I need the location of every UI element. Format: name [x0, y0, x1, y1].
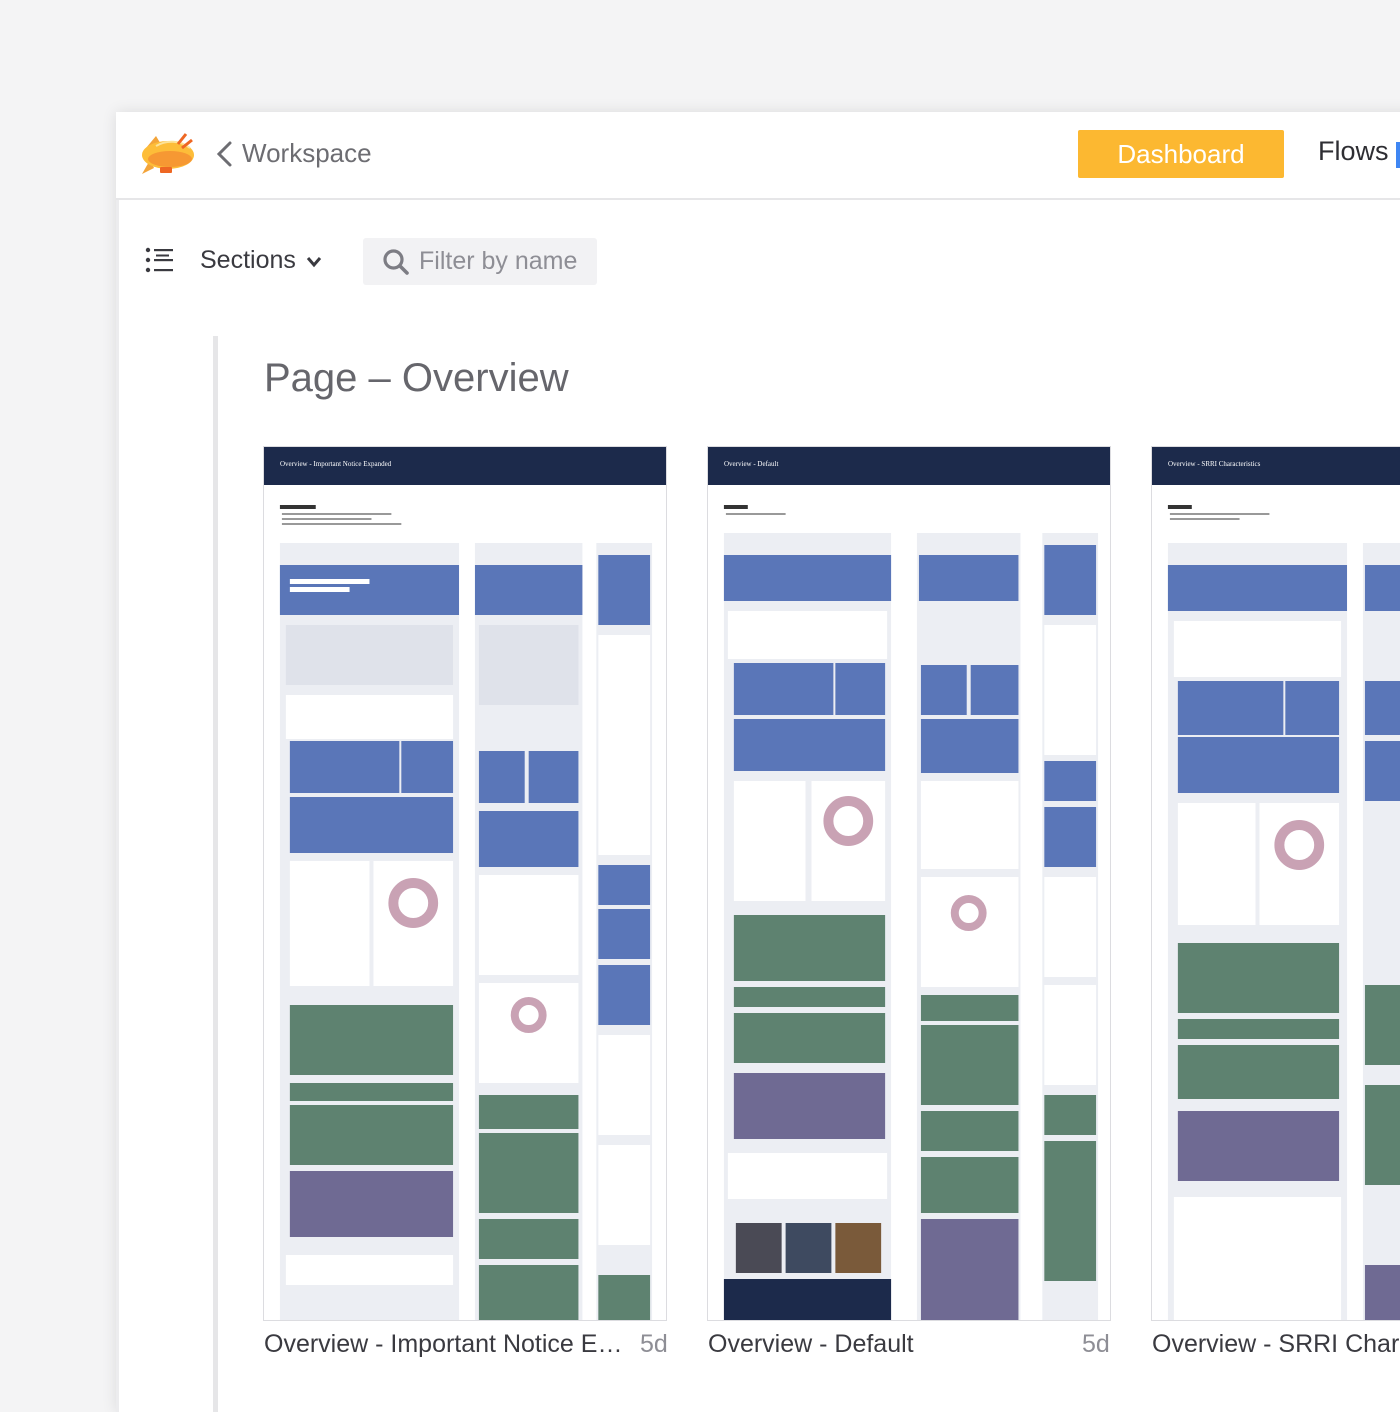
screen-header: Overview - SRRI Characteristics — [1152, 447, 1400, 485]
screen-age: 5d — [1082, 1330, 1110, 1358]
top-navigation-bar: Workspace Dashboard Flows — [116, 112, 1400, 200]
section-divider — [213, 336, 218, 1412]
filter-placeholder: Filter by name — [419, 247, 578, 275]
filter-by-name-input[interactable]: Filter by name — [363, 238, 597, 285]
screen-thumbnail — [1152, 485, 1400, 1320]
screen-name[interactable]: Overview - Default — [708, 1330, 1048, 1359]
chevron-down-icon[interactable] — [306, 256, 322, 268]
sections-dropdown[interactable]: Sections — [200, 246, 296, 275]
screen-header: Overview - Important Notice Expanded — [264, 447, 666, 485]
screen-card[interactable]: Overview - SRRI Characteristics — [1151, 446, 1400, 1321]
screen-card[interactable]: Overview - Important Notice Expanded — [263, 446, 667, 1321]
screen-header-title: Overview - Important Notice Expanded — [280, 460, 392, 468]
screen-card[interactable]: Overview - Default — [707, 446, 1111, 1321]
screen-header-title: Overview - SRRI Characteristics — [1168, 460, 1261, 468]
flows-tab[interactable]: Flows — [1318, 136, 1389, 167]
screen-age: 5d — [640, 1330, 668, 1358]
app-window: Workspace Dashboard Flows Sections Filte… — [116, 112, 1400, 1412]
screen-name[interactable]: Overview - Important Notice Expanded — [264, 1330, 626, 1359]
screen-header: Overview - Default — [708, 447, 1110, 485]
list-icon[interactable] — [144, 246, 174, 274]
zeplin-logo-icon[interactable] — [136, 128, 198, 180]
chevron-left-icon[interactable] — [214, 140, 236, 168]
screen-thumbnail — [264, 485, 666, 1320]
page-title: Page – Overview — [264, 356, 569, 400]
search-icon — [383, 249, 409, 275]
dashboard-button[interactable]: Dashboard — [1078, 130, 1284, 178]
toolbar: Sections Filter by name — [116, 200, 1400, 320]
screen-name[interactable]: Overview - SRRI Characteristics — [1152, 1330, 1400, 1359]
sidebar-edge — [116, 200, 119, 1412]
screen-thumbnail — [708, 485, 1110, 1320]
screen-header-title: Overview - Default — [724, 460, 779, 468]
workspace-link[interactable]: Workspace — [242, 138, 372, 169]
flows-badge — [1396, 142, 1400, 168]
